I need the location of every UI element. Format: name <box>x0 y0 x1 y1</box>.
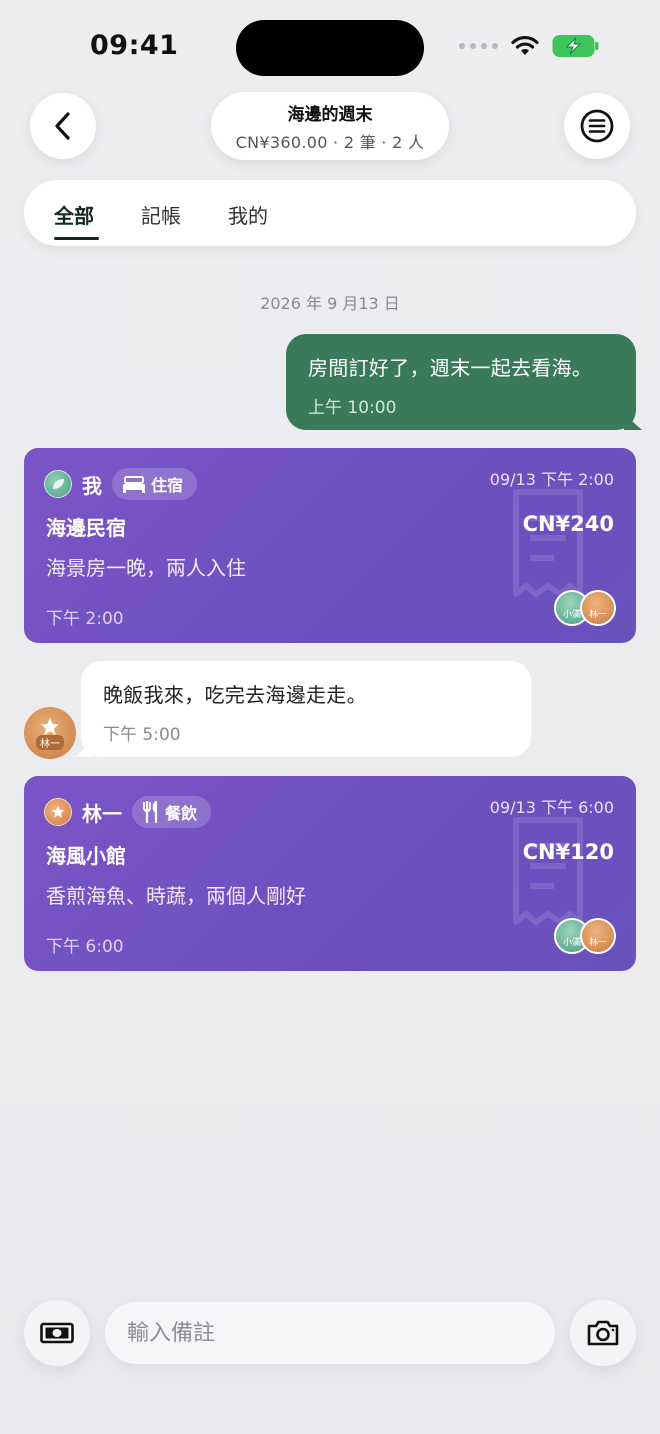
payer-avatar <box>44 798 72 826</box>
expense-time: 下午 6:00 <box>46 937 124 957</box>
ledger-summary: CN¥360.00 · 2 筆 · 2 人 <box>235 132 425 152</box>
expense-amount: CN¥120 <box>522 840 614 864</box>
list-menu-icon <box>580 109 614 143</box>
receipt-watermark-icon <box>513 489 583 597</box>
note-input[interactable] <box>105 1302 555 1364</box>
category-label: 住宿 <box>151 476 184 495</box>
message-time: 下午 5:00 <box>103 725 181 745</box>
expense-note: 海景房一晚，兩人入住 <box>46 556 246 580</box>
star-icon <box>51 805 65 818</box>
tab-all[interactable]: 全部 <box>54 200 94 229</box>
expense-card[interactable]: 我 住宿 09/13 下午 2:00 海邊民宿 CN¥240 海景房一晚，兩人入… <box>24 448 636 643</box>
message-text: 晚飯我來，吃完去海邊走走。 <box>103 683 367 707</box>
sender-avatar-label: 林一 <box>36 734 64 750</box>
payer-name: 林一 <box>82 801 122 826</box>
message-time: 上午 10:00 <box>308 398 397 418</box>
bed-icon <box>123 476 145 493</box>
cellular-signal-icon <box>459 43 498 49</box>
category-chip: 住宿 <box>112 468 198 500</box>
expense-name: 海邊民宿 <box>46 516 126 540</box>
back-button[interactable] <box>30 93 96 159</box>
camera-button[interactable] <box>570 1300 636 1366</box>
active-tab-indicator <box>54 237 99 240</box>
cash-icon <box>40 1322 74 1344</box>
category-chip: 餐飲 <box>132 796 212 828</box>
tab-mine[interactable]: 我的 <box>228 200 268 229</box>
payer-avatar <box>44 470 72 498</box>
expense-date: 09/13 下午 6:00 <box>489 798 614 817</box>
sender-avatar[interactable]: 林一 <box>24 707 76 759</box>
camera-icon <box>587 1320 619 1346</box>
battery-charging-icon <box>552 35 599 57</box>
ledger-title-pill[interactable]: 海邊的週末 CN¥360.00 · 2 筆 · 2 人 <box>211 92 449 160</box>
outgoing-message[interactable]: 房間訂好了，週末一起去看海。 上午 10:00 <box>286 334 642 430</box>
add-expense-button[interactable] <box>24 1300 90 1366</box>
incoming-message[interactable]: 晚飯我來，吃完去海邊走走。 下午 5:00 <box>75 661 531 757</box>
participant-avatar: 林一 <box>580 590 616 626</box>
expense-time: 下午 2:00 <box>46 609 124 629</box>
expense-date: 09/13 下午 2:00 <box>489 470 614 489</box>
payer-name: 我 <box>82 473 102 498</box>
date-separator: 2026 年 9 月13 日 <box>260 294 400 313</box>
participant-avatars: 小滿 林一 <box>554 918 616 954</box>
wifi-icon <box>511 35 539 55</box>
receipt-watermark-icon <box>513 817 583 925</box>
leaf-icon <box>53 479 64 489</box>
participant-avatars: 小滿 林一 <box>554 590 616 626</box>
status-icons <box>459 34 600 58</box>
category-label: 餐飲 <box>165 804 198 823</box>
filter-tabs: 全部 記帳 我的 <box>24 180 636 246</box>
tab-expenses[interactable]: 記帳 <box>141 200 181 229</box>
dynamic-island <box>236 20 424 76</box>
participant-avatar: 林一 <box>580 918 616 954</box>
expense-name: 海風小館 <box>46 844 126 868</box>
ledger-title: 海邊的週末 <box>287 104 373 125</box>
expense-note: 香煎海魚、時蔬，兩個人剛好 <box>46 884 306 908</box>
bubble-tail <box>75 741 93 757</box>
expense-card[interactable]: 林一 餐飲 09/13 下午 6:00 海風小館 CN¥120 香煎海魚、時蔬，… <box>24 776 636 971</box>
fork-knife-icon <box>143 801 158 823</box>
expense-amount: CN¥240 <box>522 512 614 536</box>
status-time: 09:41 <box>90 30 179 61</box>
menu-button[interactable] <box>564 93 630 159</box>
message-text: 房間訂好了，週末一起去看海。 <box>308 356 593 380</box>
star-icon <box>41 717 59 735</box>
chevron-left-icon <box>55 112 70 140</box>
